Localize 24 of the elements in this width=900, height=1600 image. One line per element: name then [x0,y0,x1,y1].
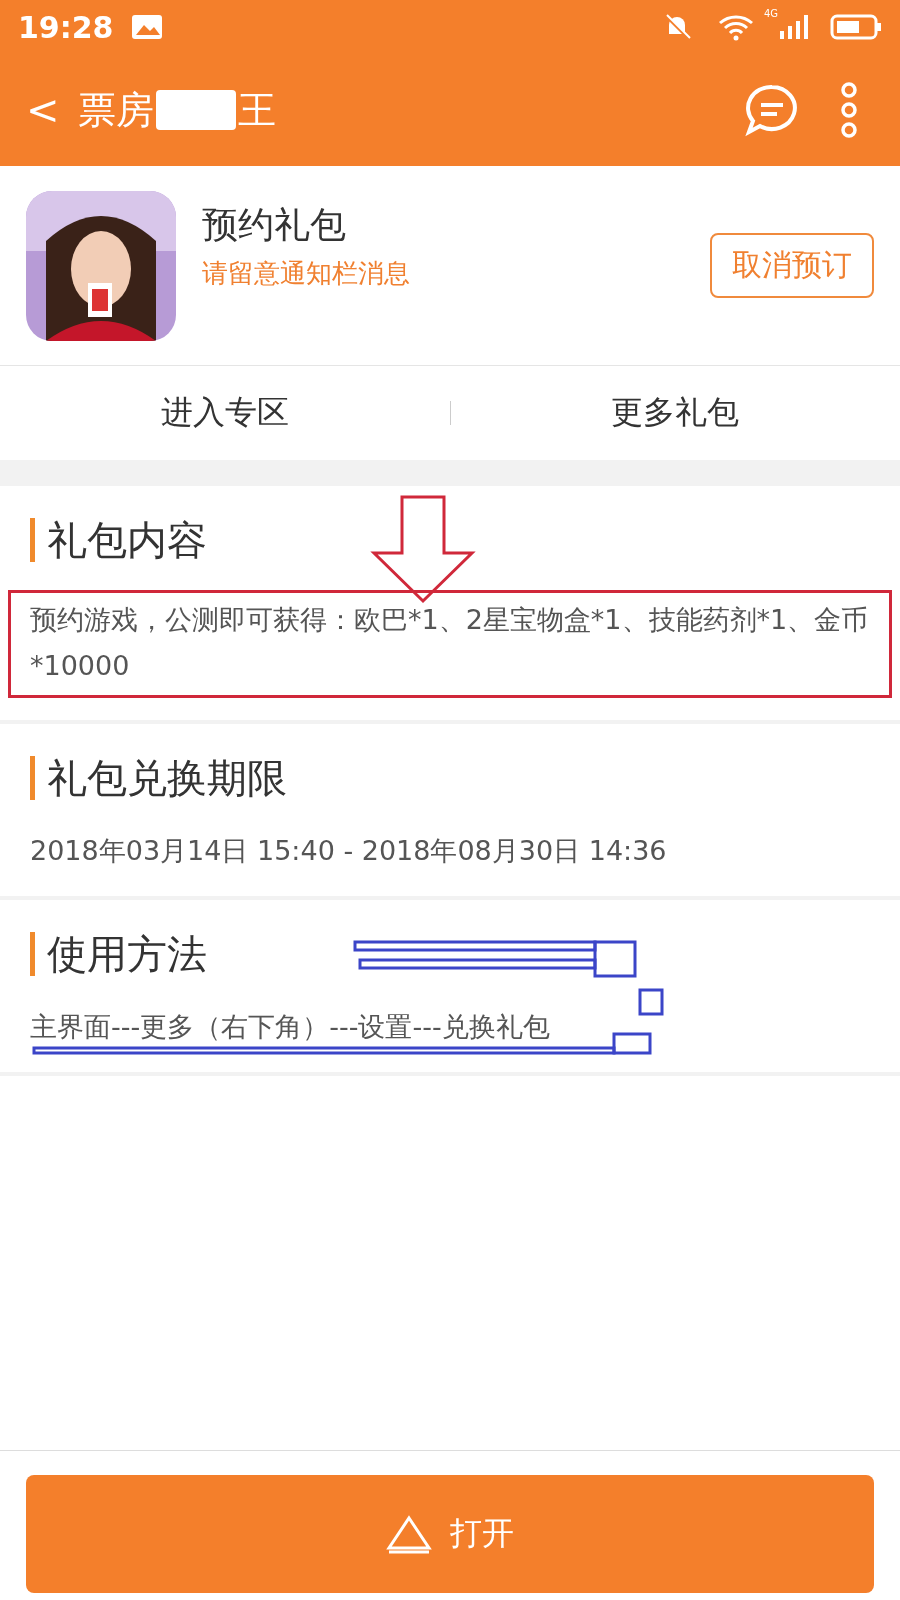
gift-title: 预约礼包 [202,202,347,247]
section-text: 主界面---更多（右下角）---设置---兑换礼包 [30,1011,550,1042]
section-text: 2018年03月14日 15:40 - 2018年08月30日 14:36 [30,835,667,866]
chat-icon[interactable] [744,83,800,137]
section-text: 预约游戏，公测即可获得：欧巴*1、2星宝物盒*1、技能药剂*1、金币*10000 [30,604,869,681]
section-heading: 使用方法 [30,932,870,976]
open-button[interactable]: 打开 [26,1475,874,1593]
section-heading: 礼包兑换期限 [30,756,870,800]
image-icon [129,13,164,41]
cancel-reservation-button[interactable]: 取消预订 [710,233,874,298]
wifi-icon [717,13,754,41]
signal-icon [778,13,810,41]
battery-icon [830,13,882,41]
gift-subtitle: 请留意通知栏消息 [202,256,411,290]
section-link[interactable]: 更多礼包 [450,390,900,436]
section-link[interactable]: 进入专区 [0,390,450,436]
back-button[interactable]: < [20,87,78,133]
network-label: 4G [763,8,778,19]
section-heading: 礼包内容 [30,518,870,562]
more-icon[interactable] [838,82,860,138]
status-time: 19:28 [18,9,114,45]
triangle-icon [386,1514,432,1554]
page-title-end: 王 [237,86,276,134]
page-title: 票房 [77,86,154,134]
